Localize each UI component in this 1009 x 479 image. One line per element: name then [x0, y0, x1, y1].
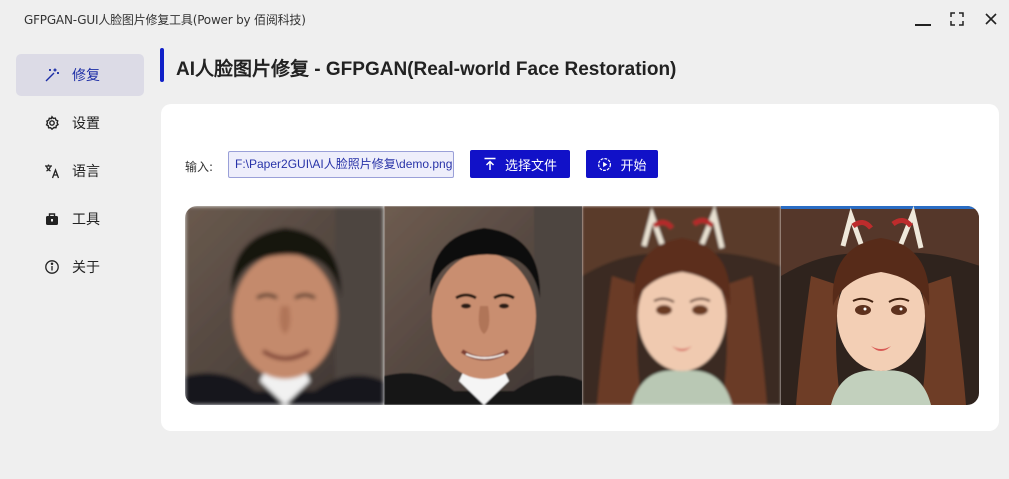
sidebar-item-label: 修复 [72, 68, 100, 84]
sidebar-item-label: 语言 [72, 164, 100, 180]
close-button[interactable] [978, 8, 1004, 30]
sidebar-item-settings[interactable]: 设置 [16, 102, 144, 144]
app-title: GFPGAN-GUI人脸图片修复工具(Power by 佰阅科技) [24, 13, 306, 27]
minimize-icon [915, 24, 931, 26]
start-label: 开始 [620, 158, 647, 174]
minimize-button[interactable] [910, 8, 936, 30]
select-file-button[interactable]: 选择文件 [470, 150, 570, 178]
main-card: 输入: F:\Paper2GUI\AI人脸照片修复\demo.png 选择文件 … [161, 104, 999, 431]
toolbox-icon [44, 211, 60, 227]
maximize-icon [950, 12, 964, 26]
image-comparison-gallery [185, 206, 979, 405]
select-file-label: 选择文件 [504, 158, 557, 174]
title-accent-bar [160, 48, 164, 82]
title-bar: GFPGAN-GUI人脸图片修复工具(Power by 佰阅科技) [0, 0, 1009, 38]
sidebar-item-language[interactable]: 语言 [16, 150, 144, 192]
maximize-button[interactable] [944, 8, 970, 30]
translate-icon [44, 163, 60, 179]
image-illustration-original [582, 206, 781, 405]
sidebar-item-repair[interactable]: 修复 [16, 54, 144, 96]
sidebar-item-tools[interactable]: 工具 [16, 198, 144, 240]
sidebar-item-label: 关于 [72, 260, 100, 276]
input-path-field[interactable]: F:\Paper2GUI\AI人脸照片修复\demo.png [228, 151, 454, 178]
page-title: AI人脸图片修复 - GFPGAN(Real-world Face Restor… [176, 59, 677, 80]
start-button[interactable]: 开始 [586, 150, 658, 178]
sidebar-item-about[interactable]: 关于 [16, 246, 144, 288]
sidebar-item-label: 设置 [72, 116, 100, 132]
image-man-original [185, 206, 384, 405]
upload-icon [484, 157, 496, 170]
image-man-restored [383, 206, 582, 405]
magic-wand-icon [44, 67, 60, 83]
play-circle-icon [598, 157, 612, 171]
close-icon [985, 13, 997, 25]
image-illustration-restored [780, 206, 979, 405]
sidebar-item-label: 工具 [72, 212, 100, 228]
info-icon [44, 259, 60, 275]
sidebar: 修复 设置 语言 工具 关于 [16, 54, 144, 294]
input-label: 输入: [185, 160, 214, 174]
gear-icon [44, 115, 60, 131]
